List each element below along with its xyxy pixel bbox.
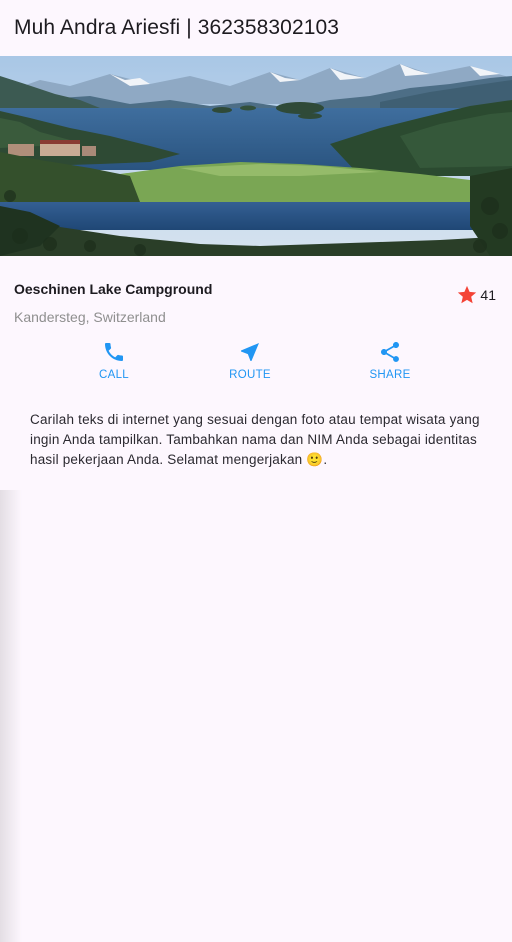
app-bar: Muh Andra Ariesfi | 362358302103: [0, 0, 512, 56]
navigation-icon: [241, 343, 259, 361]
star-icon[interactable]: [456, 284, 478, 306]
description-text: Carilah teks di internet yang sesuai den…: [30, 412, 480, 467]
share-icon: [381, 342, 399, 362]
lake-landscape-image: [0, 56, 512, 256]
route-button[interactable]: ROUTE: [205, 340, 295, 381]
phone-icon: [105, 343, 123, 361]
button-section: CALL ROUTE SHARE: [0, 332, 512, 402]
share-button[interactable]: SHARE: [345, 340, 435, 381]
title-texts: Oeschinen Lake Campground Kandersteg, Sw…: [14, 281, 456, 325]
call-button[interactable]: CALL: [69, 340, 159, 381]
app-screen: Muh Andra Ariesfi | 362358302103 Oeschin…: [0, 0, 512, 942]
app-bar-title: Muh Andra Ariesfi | 362358302103: [14, 16, 340, 39]
share-button-label: SHARE: [369, 369, 411, 381]
rating[interactable]: 41: [456, 284, 496, 306]
place-name: Oeschinen Lake Campground: [14, 281, 213, 297]
title-section: Oeschinen Lake Campground Kandersteg, Sw…: [0, 256, 512, 332]
call-button-label: CALL: [99, 369, 129, 381]
rating-count: 41: [480, 287, 496, 303]
place-location: Kandersteg, Switzerland: [14, 309, 166, 325]
route-button-label: ROUTE: [229, 369, 271, 381]
drawer-edge-shadow: [0, 490, 22, 942]
